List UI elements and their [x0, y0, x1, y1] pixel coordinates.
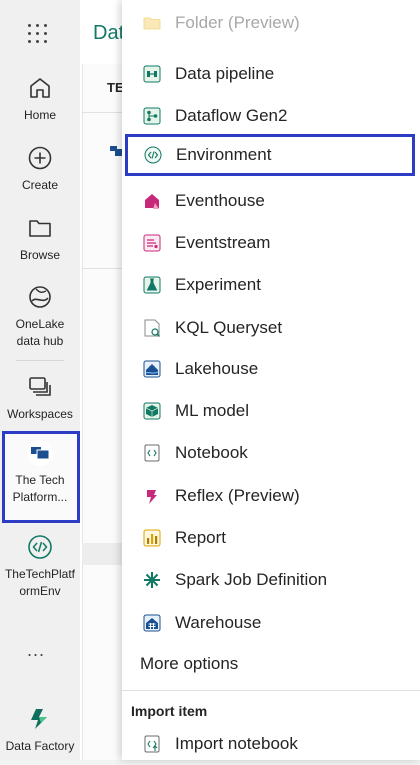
menu-item-kql-queryset[interactable]: KQL Queryset: [122, 307, 420, 349]
create-icon: [28, 146, 52, 170]
more-options-link[interactable]: More options: [140, 654, 238, 674]
reflex-icon: [147, 490, 157, 504]
nav-workspaces[interactable]: Workspaces: [0, 374, 80, 423]
menu-item-label: Environment: [176, 145, 272, 164]
menu-divider: [122, 690, 420, 691]
data-factory-icon: [31, 709, 47, 729]
import-notebook-icon: [144, 735, 160, 753]
menu-item-ml-model[interactable]: ML model: [122, 390, 420, 432]
lakehouse-icon: [143, 360, 161, 378]
nav-create[interactable]: Create: [0, 145, 80, 194]
data-pipeline-icon: [143, 65, 161, 83]
warehouse-icon: [143, 614, 161, 632]
divider: [82, 112, 122, 113]
selected-workspace-line1: The Tech: [15, 473, 65, 487]
menu-item-reflex[interactable]: Reflex (Preview): [122, 475, 420, 517]
more-icon[interactable]: ...: [27, 640, 45, 661]
menu-item-label: Notebook: [175, 443, 248, 462]
menu-item-lakehouse[interactable]: Lakehouse: [122, 348, 420, 390]
nav-home[interactable]: Home: [0, 75, 80, 124]
product-name: Data Factory: [5, 739, 75, 753]
menu-item-label: Experiment: [175, 275, 261, 294]
dataflow-icon: [143, 107, 161, 125]
environment-icon: [28, 535, 52, 559]
menu-item-label: Report: [175, 528, 227, 547]
nav-onelake-label-line2: data hub: [16, 334, 64, 348]
nav-home-label: Home: [23, 108, 56, 122]
menu-item-label: Data pipeline: [175, 64, 275, 83]
menu-item-label: Folder (Preview): [175, 13, 300, 32]
onelake-icon: [29, 286, 51, 308]
folder-icon: [143, 17, 161, 30]
list-row-peek: [82, 543, 122, 565]
environment-icon: [144, 146, 162, 164]
menu-item-label: Lakehouse: [175, 359, 259, 378]
menu-item-label: Dataflow Gen2: [175, 106, 288, 125]
selected-workspace-line2: Platform...: [12, 490, 68, 504]
product-switcher[interactable]: Data Factory: [0, 706, 80, 755]
nav-browse[interactable]: Browse: [0, 215, 80, 264]
workspace-logo-icon: [27, 440, 53, 466]
env-workspace-line1: TheTechPlatf: [4, 567, 76, 581]
nav-workspaces-label: Workspaces: [7, 407, 73, 421]
nav-environment-item[interactable]: TheTechPlatf ormEnv: [0, 534, 80, 600]
app-launcher-icon[interactable]: [26, 22, 50, 46]
menu-item-folder: Folder (Preview): [122, 2, 420, 44]
home-icon: [30, 78, 50, 98]
rail-divider: [16, 360, 64, 361]
page-title: Dat: [93, 22, 125, 44]
menu-item-notebook[interactable]: Notebook: [122, 432, 420, 474]
report-icon: [143, 529, 161, 547]
menu-item-import-notebook[interactable]: Import notebook: [122, 723, 420, 765]
menu-item-report[interactable]: Report: [122, 517, 420, 559]
browse-icon: [29, 220, 51, 237]
notebook-icon: [144, 444, 160, 462]
nav-onelake-label-line1: OneLake: [15, 317, 65, 331]
nav-create-label: Create: [21, 178, 59, 192]
left-nav-rail: Home Create Browse OneLake data hub Work…: [0, 0, 80, 760]
nav-browse-label: Browse: [19, 248, 60, 262]
env-workspace-line2: ormEnv: [19, 584, 61, 598]
import-section-heading: Import item: [131, 703, 208, 719]
menu-item-environment[interactable]: Environment: [125, 134, 415, 176]
menu-item-label: Eventhouse: [175, 191, 265, 210]
workspace-content-peek: [82, 64, 123, 760]
selected-workspace-content: The Tech Platform...: [0, 440, 80, 506]
new-item-menu: Folder (Preview) Data pipeline Dataflow …: [122, 0, 420, 760]
menu-item-experiment[interactable]: Experiment: [122, 264, 420, 306]
menu-item-label: ML model: [175, 401, 250, 420]
spark-job-icon: [144, 572, 160, 588]
eventhouse-icon: [145, 194, 159, 209]
menu-item-label: KQL Queryset: [175, 318, 283, 337]
ml-model-icon: [143, 402, 161, 420]
menu-item-label: Eventstream: [175, 233, 271, 252]
nav-onelake-data-hub[interactable]: OneLake data hub: [0, 284, 80, 350]
menu-item-spark-job-definition[interactable]: Spark Job Definition: [122, 559, 420, 601]
menu-item-label: Warehouse: [175, 613, 262, 632]
experiment-icon: [143, 276, 161, 294]
menu-item-eventstream[interactable]: Eventstream: [122, 222, 420, 264]
menu-item-label: Spark Job Definition: [175, 570, 328, 589]
menu-item-dataflow-gen2[interactable]: Dataflow Gen2: [122, 95, 420, 137]
eventstream-icon: [143, 234, 161, 252]
kql-queryset-icon: [144, 319, 160, 337]
menu-item-label: Import notebook: [175, 734, 298, 753]
menu-item-data-pipeline[interactable]: Data pipeline: [122, 53, 420, 95]
menu-item-eventhouse[interactable]: Eventhouse: [122, 180, 420, 222]
menu-item-warehouse[interactable]: Warehouse: [122, 602, 420, 644]
workspaces-icon: [29, 377, 51, 396]
divider: [82, 268, 122, 269]
menu-item-label: Reflex (Preview): [175, 486, 300, 505]
